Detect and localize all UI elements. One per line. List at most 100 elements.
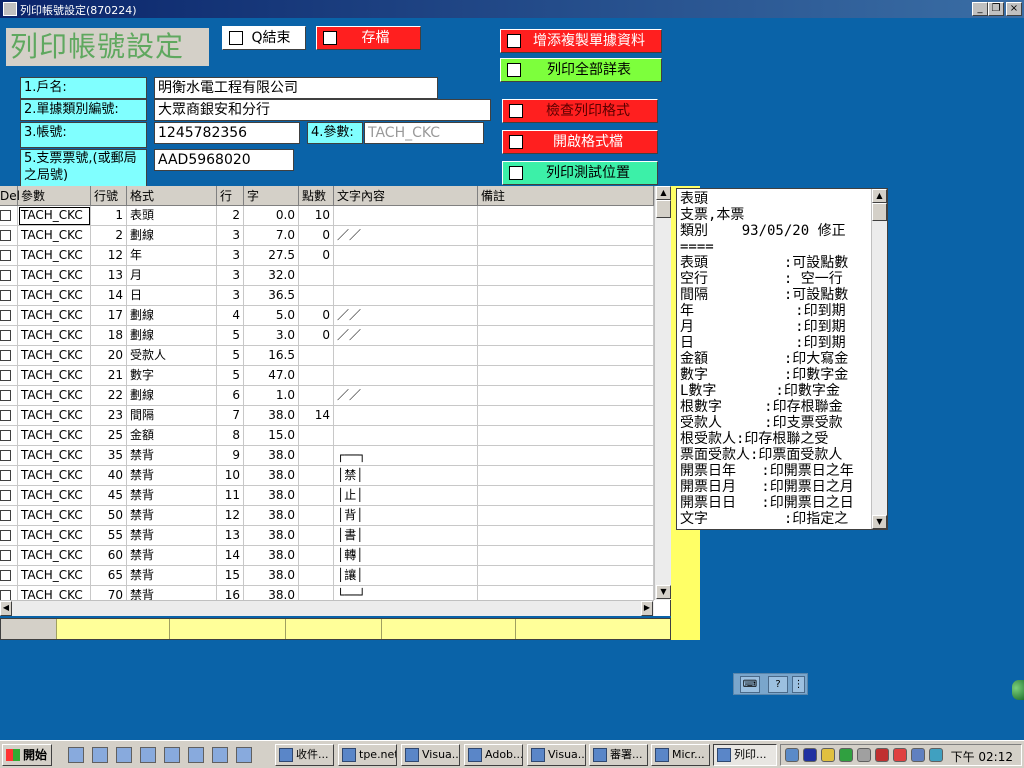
cell-points[interactable] (299, 466, 334, 486)
cell-param[interactable]: TACH_CKC (18, 386, 91, 406)
cell-row[interactable]: 16 (217, 586, 244, 600)
col-note[interactable]: 備註 (478, 186, 654, 206)
memo-vscroll[interactable]: ▲ ▼ (871, 189, 887, 529)
task-mail[interactable]: 收件... (275, 744, 334, 766)
table-row[interactable]: TACH_CKC 50 禁背 12 38.0 │背│ (0, 506, 654, 526)
col-row[interactable]: 行 (217, 186, 244, 206)
cell-param[interactable]: TACH_CKC (18, 366, 91, 386)
cell-param[interactable]: TACH_CKC (18, 346, 91, 366)
task-audit[interactable]: 審署... (589, 744, 648, 766)
delete-checkbox[interactable] (0, 350, 11, 361)
cell-param[interactable]: TACH_CKC (18, 206, 91, 226)
cell-points[interactable] (299, 386, 334, 406)
task-visual-2[interactable]: Visua... (527, 744, 586, 766)
cell-points[interactable] (299, 446, 334, 466)
cell-line-no[interactable]: 22 (91, 386, 127, 406)
cell-param[interactable]: TACH_CKC (18, 286, 91, 306)
cell-text[interactable]: │書│ (334, 526, 478, 546)
cell-row[interactable]: 5 (217, 346, 244, 366)
grid-hscroll[interactable]: ◀ ▶ (0, 600, 654, 616)
cell-text[interactable]: │轉│ (334, 546, 478, 566)
cell-line-no[interactable]: 45 (91, 486, 127, 506)
cell-row[interactable]: 13 (217, 526, 244, 546)
cell-note[interactable] (478, 246, 654, 266)
delete-checkbox[interactable] (0, 330, 11, 341)
cell-row[interactable]: 3 (217, 226, 244, 246)
table-row[interactable]: TACH_CKC 21 數字 5 47.0 (0, 366, 654, 386)
quit-button[interactable]: Q結束 (222, 26, 306, 50)
cell-text[interactable] (334, 426, 478, 446)
minimize-button[interactable]: _ (972, 2, 988, 16)
doc-type-field[interactable]: 大眾商銀安和分行 (154, 99, 491, 121)
table-row[interactable]: TACH_CKC 45 禁背 11 38.0 │止│ (0, 486, 654, 506)
antivirus-icon[interactable] (875, 748, 889, 762)
cell-text[interactable]: │止│ (334, 486, 478, 506)
shield-icon[interactable] (857, 748, 871, 762)
cell-points[interactable] (299, 506, 334, 526)
cell-row[interactable]: 8 (217, 426, 244, 446)
cell-param[interactable]: TACH_CKC (18, 566, 91, 586)
delete-checkbox[interactable] (0, 210, 11, 221)
format-help-text[interactable]: 表頭 支票,本票 類別 93/05/20 修正 ==== 表頭 :可設點數 空行 : 空一… (676, 188, 888, 530)
scroll-down-icon[interactable]: ▼ (872, 515, 887, 529)
cell-text[interactable]: │讓│ (334, 566, 478, 586)
cell-text[interactable] (334, 406, 478, 426)
cell-param[interactable]: TACH_CKC (18, 466, 91, 486)
cell-note[interactable] (478, 586, 654, 600)
cell-param[interactable]: TACH_CKC (18, 546, 91, 566)
add-copy-button[interactable]: 增添複製單據資料 (500, 29, 662, 53)
cell-del[interactable] (0, 306, 18, 326)
desktop-icon[interactable] (140, 747, 156, 763)
cell-points[interactable] (299, 586, 334, 600)
cell-text[interactable]: ／／ (334, 306, 478, 326)
cell-points[interactable] (299, 346, 334, 366)
cell-row[interactable]: 5 (217, 326, 244, 346)
cell-del[interactable] (0, 206, 18, 226)
cell-points[interactable]: 0 (299, 226, 334, 246)
cell-format[interactable]: 表頭 (127, 206, 217, 226)
cell-del[interactable] (0, 586, 18, 600)
cell-format[interactable]: 日 (127, 286, 217, 306)
cell-char[interactable]: 38.0 (244, 566, 299, 586)
cell-line-no[interactable]: 70 (91, 586, 127, 600)
delete-checkbox[interactable] (0, 410, 11, 421)
cell-format[interactable]: 劃線 (127, 306, 217, 326)
cell-format[interactable]: 禁背 (127, 486, 217, 506)
delete-checkbox[interactable] (0, 310, 11, 321)
cell-param[interactable]: TACH_CKC (18, 426, 91, 446)
table-row[interactable]: TACH_CKC 12 年 3 27.5 0 (0, 246, 654, 266)
cell-param[interactable]: TACH_CKC (18, 326, 91, 346)
print-all-button[interactable]: 列印全部詳表 (500, 58, 662, 82)
cell-note[interactable] (478, 346, 654, 366)
cell-text[interactable]: ┌──┐ (334, 446, 478, 466)
delete-checkbox[interactable] (0, 230, 11, 241)
cell-row[interactable]: 9 (217, 446, 244, 466)
delete-checkbox[interactable] (0, 590, 11, 600)
play-icon[interactable] (212, 747, 228, 763)
cell-row[interactable]: 15 (217, 566, 244, 586)
cell-row[interactable]: 10 (217, 466, 244, 486)
task-visual-1[interactable]: Visua... (401, 744, 460, 766)
task-micr[interactable]: Micr... (651, 744, 710, 766)
cell-line-no[interactable]: 2 (91, 226, 127, 246)
help-icon[interactable]: ? (768, 676, 788, 693)
cell-format[interactable]: 劃線 (127, 226, 217, 246)
cell-char[interactable]: 38.0 (244, 506, 299, 526)
cell-format[interactable]: 受款人 (127, 346, 217, 366)
col-line-no[interactable]: 行號 (91, 186, 127, 206)
cell-line-no[interactable]: 12 (91, 246, 127, 266)
balloon-icon[interactable] (164, 747, 180, 763)
cell-line-no[interactable]: 35 (91, 446, 127, 466)
household-field[interactable]: 明衡水電工程有限公司 (154, 77, 438, 99)
cell-text[interactable]: ／／ (334, 326, 478, 346)
cell-char[interactable]: 1.0 (244, 386, 299, 406)
cell-char[interactable]: 38.0 (244, 466, 299, 486)
keyboard-icon[interactable]: ⌨ (740, 676, 760, 693)
delete-checkbox[interactable] (0, 510, 11, 521)
sync-icon[interactable] (929, 748, 943, 762)
speaker-icon[interactable] (785, 748, 799, 762)
cell-line-no[interactable]: 13 (91, 266, 127, 286)
print-test-button[interactable]: 列印測試位置 (502, 161, 658, 185)
cell-points[interactable]: 10 (299, 206, 334, 226)
cell-line-no[interactable]: 50 (91, 506, 127, 526)
